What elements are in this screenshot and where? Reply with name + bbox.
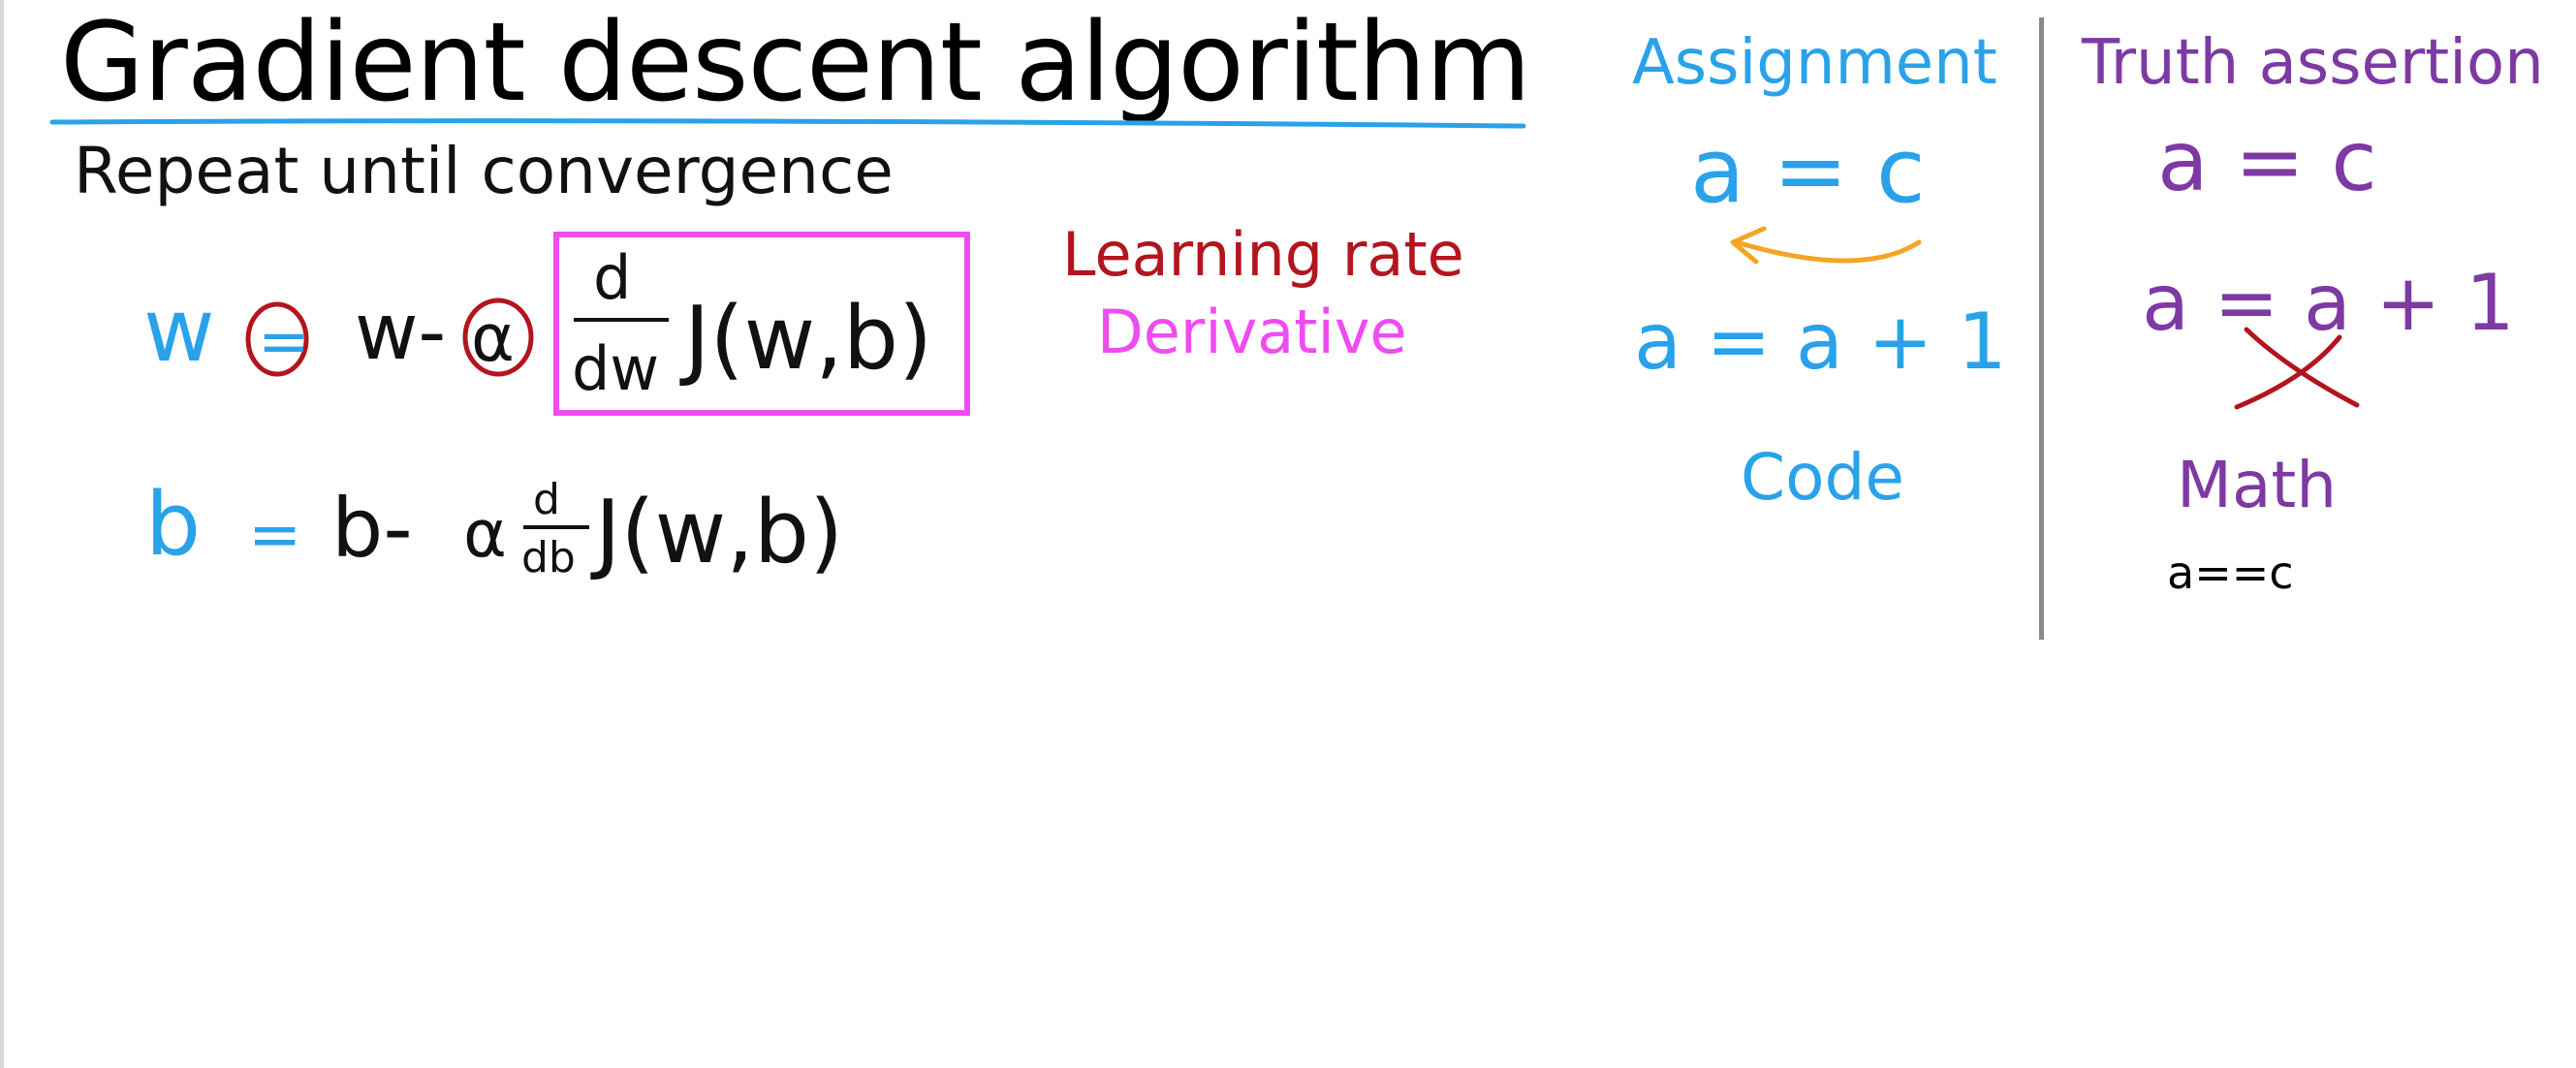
w-lhs: w <box>143 280 215 382</box>
slide-left-border <box>0 0 4 1068</box>
b-update-equation: b = b- α d db J(w,b) <box>145 474 843 583</box>
b-d-denominator: db <box>521 533 576 582</box>
b-term: b- <box>331 481 413 576</box>
math-equality-code: a==c <box>2167 547 2294 599</box>
w-cost-function: J(w,b) <box>679 288 932 390</box>
truth-examples: a = c a = a + 1 <box>2142 113 2515 410</box>
w-term: w- <box>355 287 446 377</box>
b-alpha: α <box>463 496 507 573</box>
assignment-heading: Assignment <box>1632 27 1997 99</box>
truth-example-2: a = a + 1 <box>2142 258 2515 348</box>
assignment-example-2: a = a + 1 <box>1634 297 2007 387</box>
w-d-numerator: d <box>593 242 631 313</box>
column-divider <box>2039 17 2044 640</box>
assignment-arrow <box>1734 239 1922 264</box>
assignment-examples: a = c a = a + 1 <box>1634 119 2007 387</box>
b-d-numerator: d <box>533 475 560 524</box>
b-lhs: b <box>145 474 201 576</box>
b-cost-function: J(w,b) <box>590 482 843 583</box>
b-assign: = <box>248 497 301 572</box>
title-underline <box>49 118 1526 129</box>
slide-subtitle: Repeat until convergence <box>74 134 894 208</box>
w-d-denominator: dw <box>572 333 659 404</box>
truth-assertion-heading: Truth assertion <box>2082 27 2544 99</box>
w-assign: = <box>258 306 310 378</box>
learning-rate-label: Learning rate <box>1062 219 1464 290</box>
truth-example-1: a = c <box>2157 113 2377 210</box>
w-update-equation: w = w- α d dw J(w,b) <box>143 232 970 416</box>
assignment-example-1: a = c <box>1690 119 1926 223</box>
derivative-label: Derivative <box>1097 297 1407 367</box>
code-label: Code <box>1741 440 1904 515</box>
math-label: Math <box>2177 448 2338 522</box>
w-alpha: α <box>471 300 515 377</box>
